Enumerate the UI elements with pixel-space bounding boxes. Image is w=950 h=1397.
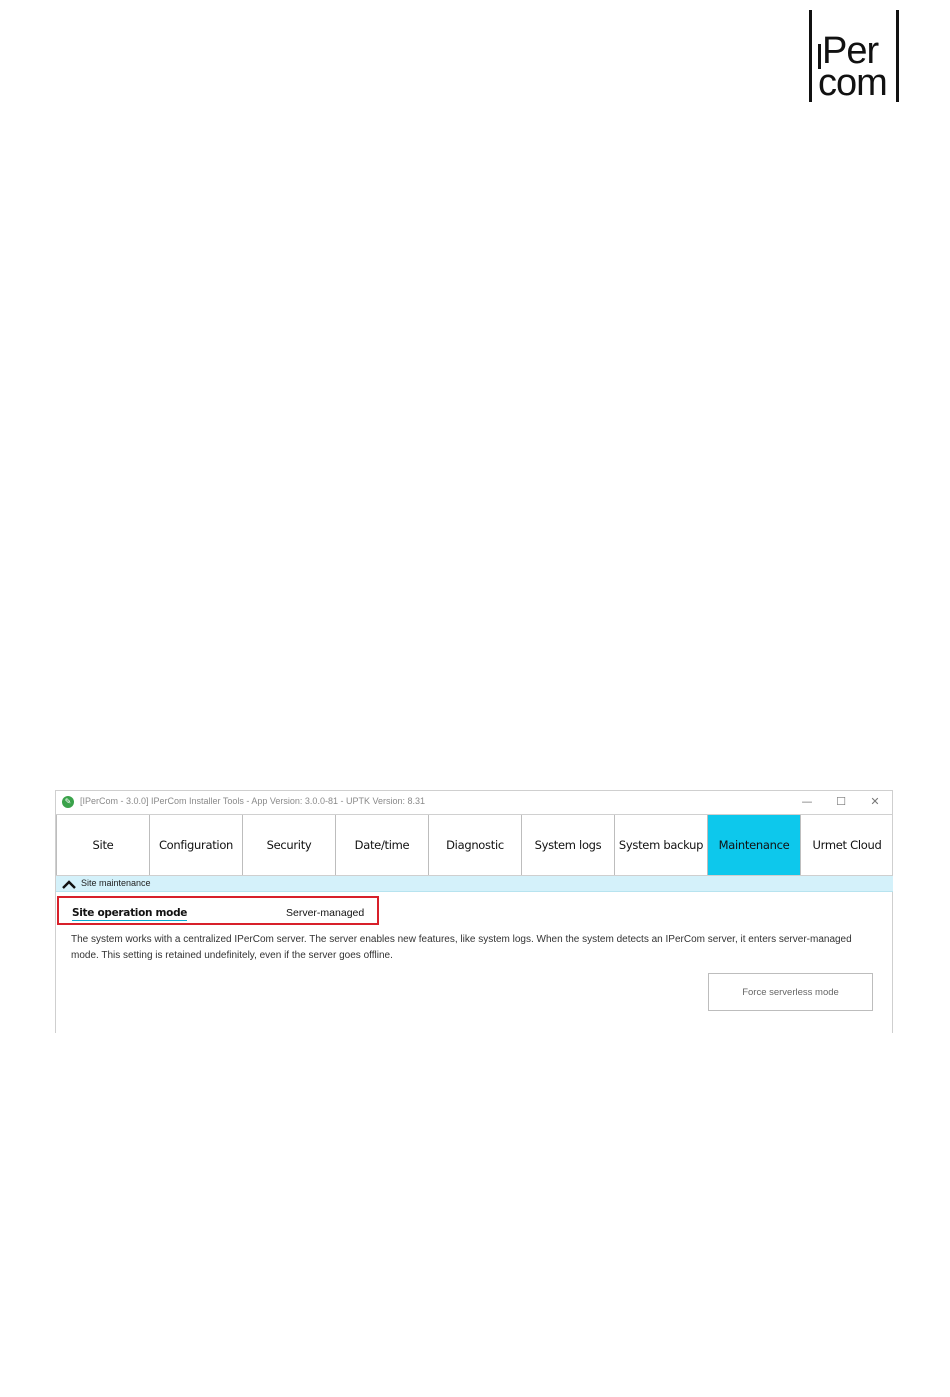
- tab-security[interactable]: Security: [243, 815, 336, 875]
- logo-frame-right: [896, 10, 899, 102]
- section-title: Site maintenance: [81, 878, 151, 888]
- operation-mode-label: Site operation mode: [72, 907, 188, 921]
- tab-site[interactable]: Site: [56, 815, 150, 875]
- minimize-button[interactable]: —: [792, 793, 822, 811]
- section-header-site-maintenance[interactable]: Site maintenance: [56, 876, 893, 892]
- app-icon: ✎: [62, 796, 74, 808]
- main-tabs: Site Configuration Security Date/time Di…: [56, 815, 893, 876]
- logo-text-line2: com: [818, 62, 888, 104]
- tab-urmet-cloud[interactable]: Urmet Cloud: [801, 815, 893, 875]
- close-button[interactable]: ✕: [860, 793, 890, 811]
- operation-mode-value: Server-managed: [286, 907, 365, 919]
- logo-frame-left: [809, 10, 812, 102]
- tab-system-backup[interactable]: System backup: [615, 815, 708, 875]
- app-window: ✎ [IPerCom - 3.0.0] IPerCom Installer To…: [55, 790, 893, 1033]
- chevron-up-icon: [62, 880, 76, 889]
- operation-mode-highlight: Site operation mode Server-managed: [57, 896, 379, 925]
- title-bar: ✎ [IPerCom - 3.0.0] IPerCom Installer To…: [56, 791, 892, 815]
- tab-configuration[interactable]: Configuration: [150, 815, 243, 875]
- tab-date-time[interactable]: Date/time: [336, 815, 429, 875]
- tab-diagnostic[interactable]: Diagnostic: [429, 815, 522, 875]
- window-title: [IPerCom - 3.0.0] IPerCom Installer Tool…: [80, 796, 425, 806]
- tab-maintenance[interactable]: Maintenance: [708, 815, 801, 875]
- ipercom-logo: Per com: [809, 10, 901, 103]
- tab-system-logs[interactable]: System logs: [522, 815, 615, 875]
- force-serverless-button[interactable]: Force serverless mode: [708, 973, 873, 1011]
- maximize-button[interactable]: ☐: [826, 793, 856, 811]
- operation-mode-description: The system works with a centralized IPer…: [71, 934, 852, 961]
